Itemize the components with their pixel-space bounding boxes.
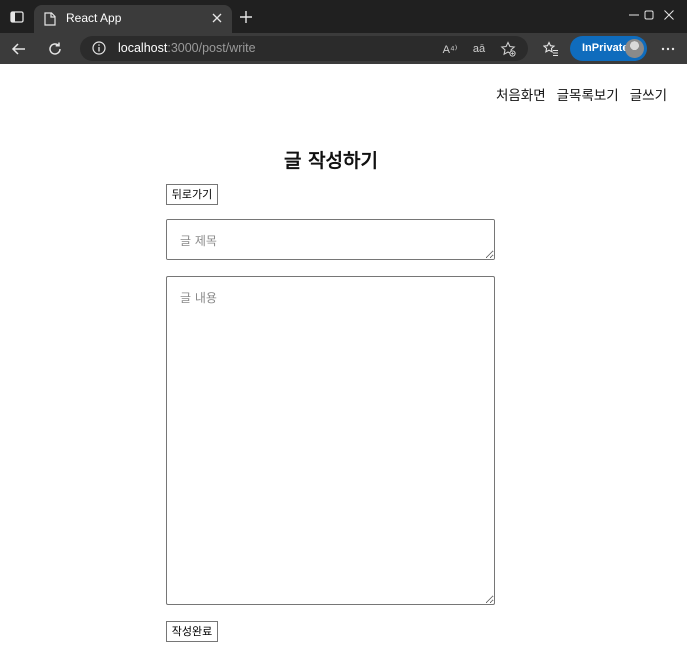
back-arrow-icon[interactable] [8, 38, 30, 60]
submit-button[interactable]: 작성완료 [166, 621, 218, 642]
translate-icon[interactable]: aā [470, 40, 488, 58]
refresh-icon[interactable] [44, 38, 66, 60]
tab-title: React App [66, 11, 122, 25]
site-info-icon[interactable] [92, 41, 106, 55]
post-title-input[interactable] [166, 219, 495, 260]
inprivate-badge[interactable]: InPrivate [570, 36, 647, 61]
post-content-textarea[interactable] [166, 276, 495, 605]
page-title: 글 작성하기 [283, 150, 378, 172]
back-button[interactable]: 뒤로가기 [166, 184, 218, 205]
nav-write-link[interactable]: 글쓰기 [630, 84, 667, 104]
page-content: 처음화면 글목록보기 글쓰기 글 작성하기 뒤로가기 작성완료 [0, 64, 687, 657]
nav-post-list-link[interactable]: 글목록보기 [557, 84, 619, 104]
close-window-icon[interactable] [654, 4, 684, 26]
nav-home-link[interactable]: 처음화면 [496, 84, 546, 104]
url-text[interactable]: localhost:3000/post/write [118, 41, 256, 55]
new-tab-icon[interactable] [237, 8, 255, 26]
tab-actions-icon[interactable] [6, 6, 28, 28]
read-aloud-icon[interactable]: A⁴⁾ [441, 40, 459, 58]
favorites-icon[interactable] [540, 38, 562, 60]
address-bar[interactable]: localhost:3000/post/write A⁴⁾ aā [80, 36, 528, 61]
top-navigation: 처음화면 글목록보기 글쓰기 [496, 84, 667, 104]
browser-toolbar: localhost:3000/post/write A⁴⁾ aā InPriva… [0, 33, 687, 64]
browser-tab-bar: React App [0, 0, 687, 33]
document-icon [44, 12, 56, 26]
browser-tab-active[interactable]: React App [34, 5, 232, 33]
inprivate-label: InPrivate [582, 42, 629, 54]
avatar [625, 39, 644, 58]
tab-close-icon[interactable] [210, 11, 224, 25]
more-menu-icon[interactable] [657, 38, 679, 60]
add-favorite-icon[interactable] [499, 40, 517, 58]
